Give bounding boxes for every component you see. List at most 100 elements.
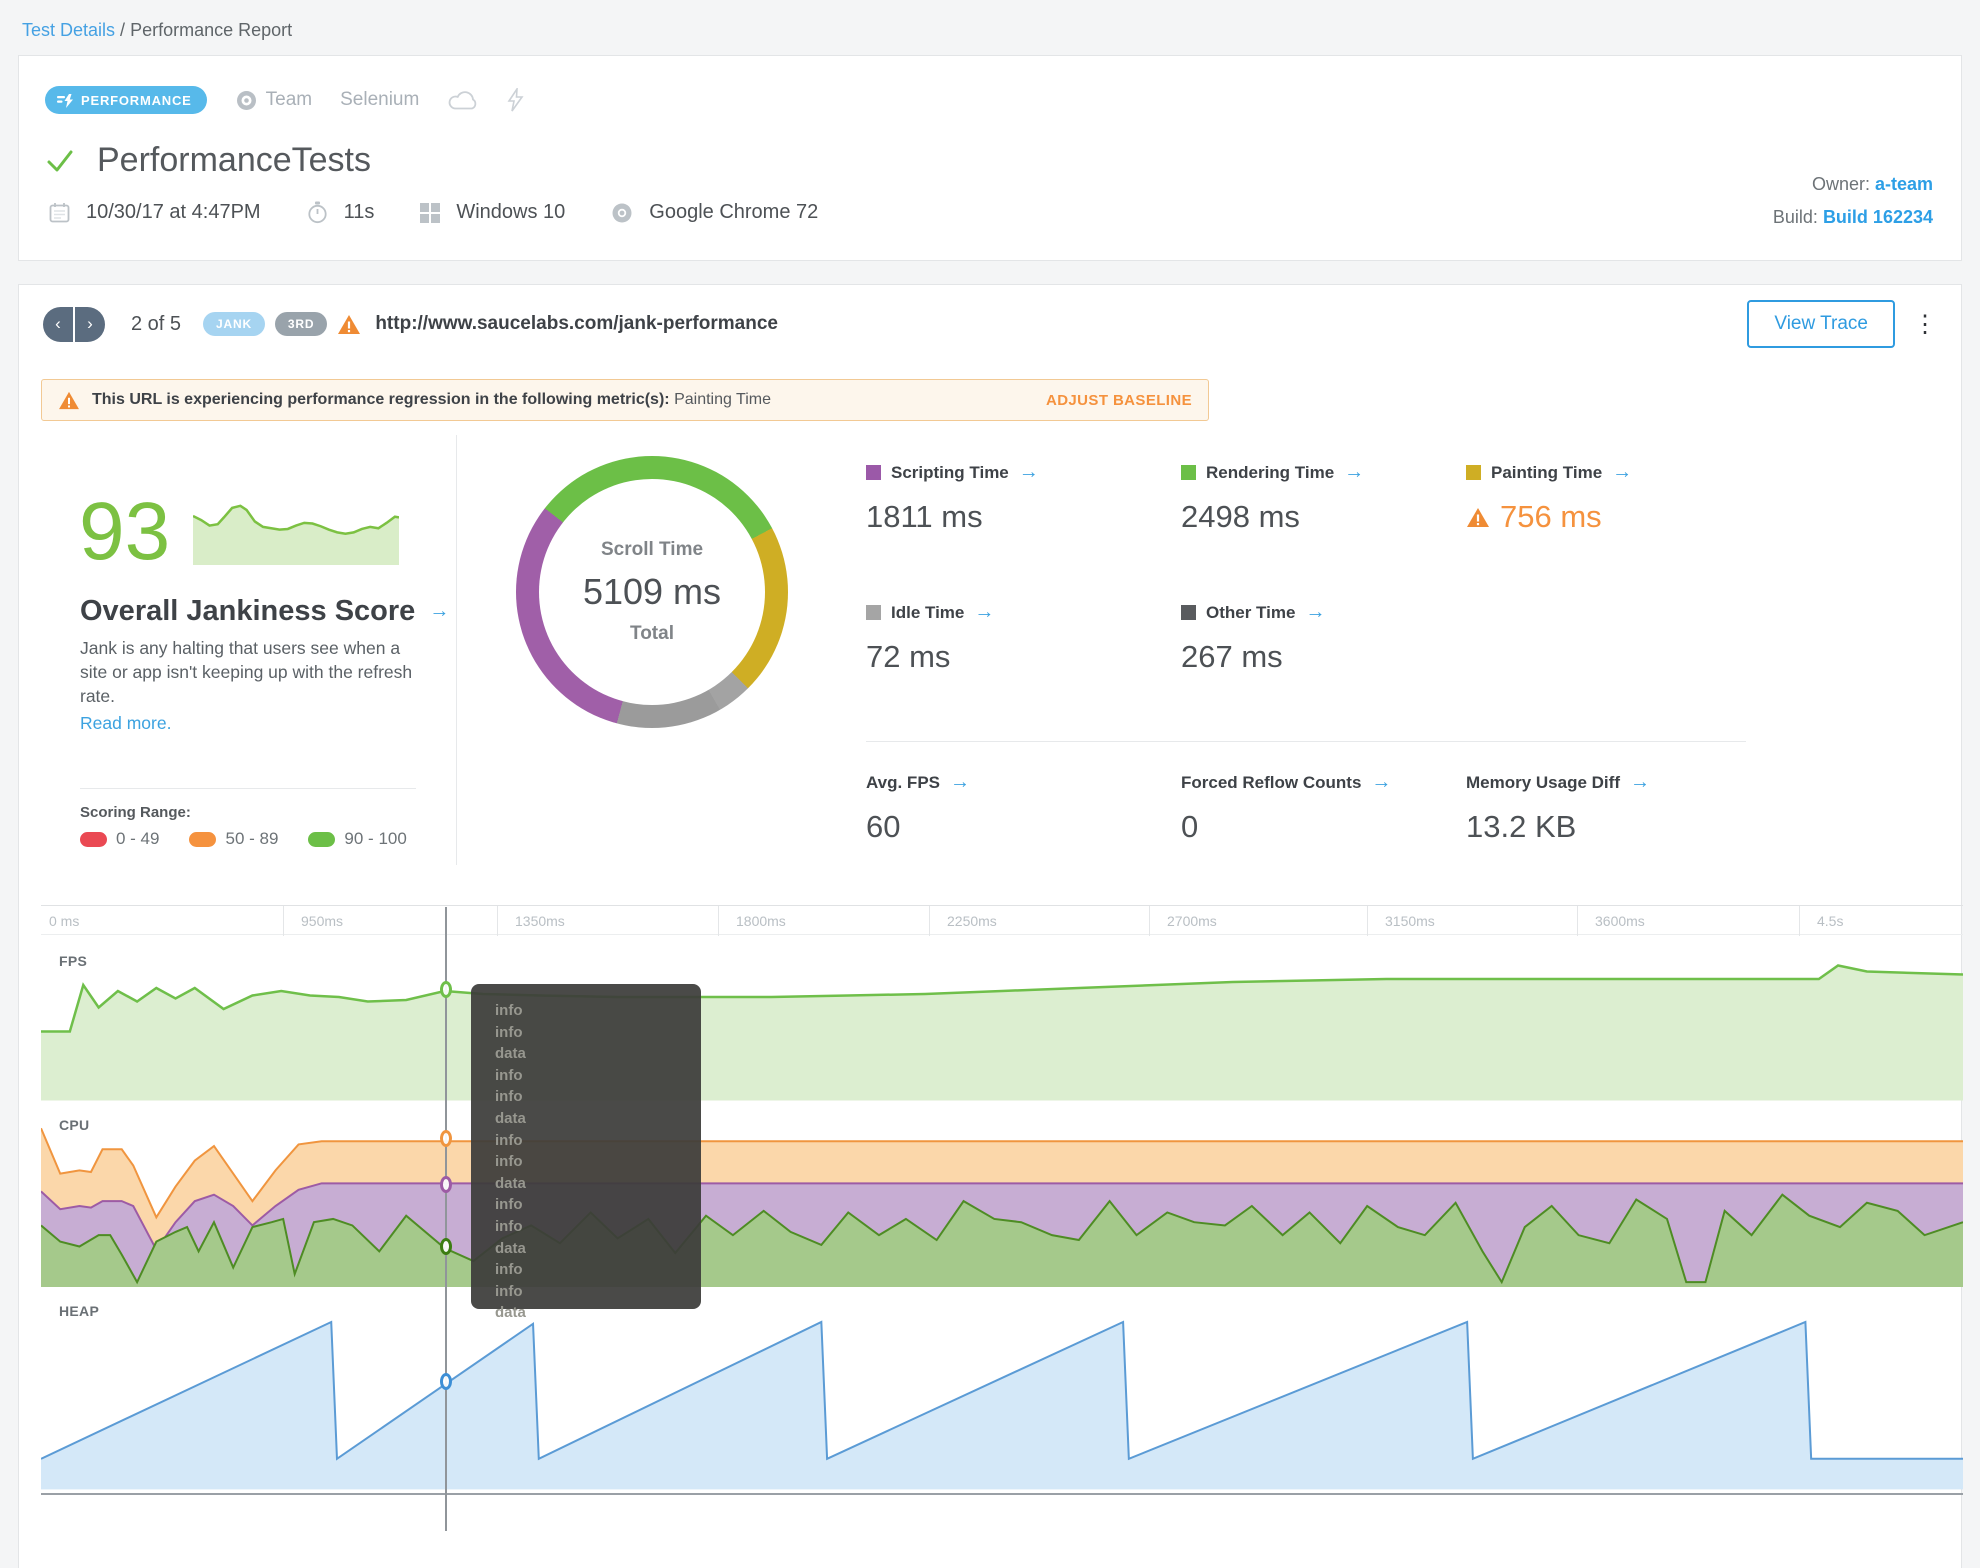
test-date: 10/30/17 at 4:47PM (86, 201, 261, 223)
time-tick: 0 ms (49, 913, 80, 929)
jankiness-detail-arrow[interactable]: → (429, 600, 449, 623)
range-low-swatch (80, 831, 107, 847)
bolt-outline-icon (507, 88, 524, 112)
test-duration: 11s (343, 201, 375, 223)
breadcrumb-test-details-link[interactable]: Test Details (22, 20, 115, 40)
badge-row: PERFORMANCE Team Selenium (45, 86, 524, 114)
painting-warning-icon (1467, 507, 1489, 527)
performance-badge: PERFORMANCE (45, 86, 207, 114)
time-tick: 2250ms (947, 913, 997, 929)
adjust-baseline-button[interactable]: ADJUST BASELINE (1046, 392, 1192, 409)
regression-alert-banner: This URL is experiencing performance reg… (41, 379, 1209, 421)
team-tag: Team (235, 89, 312, 112)
time-tick: 1800ms (736, 913, 786, 929)
time-tick: 1350ms (515, 913, 565, 929)
url-position: 2 of 5 (131, 312, 182, 335)
jankiness-description: Jank is any halting that users see when … (80, 638, 413, 706)
read-more-link[interactable]: Read more. (80, 713, 171, 734)
tooltip-line: info (495, 1217, 523, 1235)
scripting-value: 1811 ms (866, 499, 983, 534)
donut-center: Scroll Time 5109 ms Total (539, 479, 765, 705)
range-mid-swatch (189, 831, 217, 847)
more-options-kebab[interactable]: ⋮ (1913, 310, 1937, 339)
owner-label: Owner: (1811, 174, 1875, 194)
playhead-marker-cpu-scripting[interactable] (440, 1176, 452, 1193)
idle-detail-arrow[interactable]: → (974, 601, 994, 624)
cpu-chart[interactable] (41, 1125, 1963, 1287)
metric-memory-usage-diff: Memory Usage Diff → 13.2 KB (1466, 771, 1766, 845)
idle-value: 72 ms (866, 639, 951, 674)
time-tick-separator (718, 906, 719, 936)
range-mid: 50 - 89 (189, 829, 278, 849)
forced-reflow-detail-arrow[interactable]: → (1371, 771, 1391, 794)
score-divider (80, 788, 416, 789)
tooltip-line: data (495, 1174, 526, 1192)
owner-link[interactable]: a-team (1875, 174, 1933, 194)
performance-report-card: ‹ › 2 of 5 JANK 3RD http://www.saucelabs… (18, 284, 1963, 1568)
time-tick-separator (1799, 906, 1800, 936)
playhead-marker-fps[interactable] (440, 981, 452, 998)
metric-other-time: Other Time → 267 ms (1181, 601, 1481, 675)
metric-scripting-time: Scripting Time → 1811 ms (866, 461, 1166, 535)
avg-fps-detail-arrow[interactable]: → (950, 771, 970, 794)
tooltip-line: info (495, 1261, 523, 1279)
test-browser: Google Chrome 72 (649, 201, 819, 223)
prev-url-button[interactable]: ‹ (43, 306, 73, 342)
tooltip-line: info (495, 1196, 523, 1214)
alert-warning-icon (59, 391, 79, 409)
scripting-swatch (866, 465, 881, 480)
visibility-icon (236, 90, 256, 110)
view-trace-button[interactable]: View Trace (1747, 300, 1895, 348)
playhead-marker-cpu-rendering[interactable] (440, 1238, 452, 1255)
idle-swatch (866, 605, 881, 620)
time-tick: 3600ms (1595, 913, 1645, 929)
next-url-button[interactable]: › (75, 306, 105, 342)
cloud-icon (448, 91, 477, 110)
rendering-value: 2498 ms (1181, 499, 1300, 534)
test-os: Windows 10 (456, 201, 566, 223)
range-high-swatch (308, 831, 336, 847)
passed-check-icon (47, 150, 73, 171)
title-row: PerformanceTests (45, 141, 371, 180)
url-nav-row: ‹ › 2 of 5 JANK 3RD http://www.saucelabs… (43, 300, 1937, 348)
test-title: PerformanceTests (97, 141, 371, 179)
tooltip-line: data (495, 1304, 526, 1322)
fps-chart[interactable] (41, 955, 1963, 1105)
avg-fps-value: 60 (866, 809, 901, 844)
tooltip-line: info (495, 1023, 523, 1041)
third-party-tag: 3RD (274, 312, 328, 336)
build-link[interactable]: Build 162234 (1823, 207, 1933, 227)
time-tick-separator (1149, 906, 1150, 936)
memory-diff-detail-arrow[interactable]: → (1630, 771, 1650, 794)
jank-tag: JANK (203, 312, 265, 336)
other-detail-arrow[interactable]: → (1305, 601, 1325, 624)
jankiness-trend-sparkline (193, 497, 399, 565)
chrome-icon (612, 203, 632, 222)
scripting-detail-arrow[interactable]: → (1019, 461, 1039, 484)
column-divider (456, 435, 457, 865)
time-tick: 4.5s (1817, 913, 1844, 929)
scroll-time-donut-chart: Scroll Time 5109 ms Total (516, 456, 788, 728)
heap-chart[interactable] (41, 1313, 1963, 1495)
stopwatch-icon (307, 201, 327, 224)
metrics-divider (866, 741, 1746, 742)
scoring-ranges: 0 - 49 50 - 89 90 - 100 (80, 829, 407, 849)
forced-reflow-value: 0 (1181, 809, 1199, 844)
time-tick-separator (1367, 906, 1368, 936)
jankiness-score-title: Overall Jankiness Score → (80, 595, 450, 627)
playhead-marker-cpu-total[interactable] (440, 1130, 452, 1147)
timeline-tooltip: info info data info info data info info data info… (471, 984, 701, 1321)
donut-subtitle: Total (630, 623, 674, 644)
metric-rendering-time: Rendering Time → 2498 ms (1181, 461, 1481, 535)
build-label: Build: (1772, 207, 1823, 227)
playhead-marker-heap[interactable] (440, 1373, 452, 1390)
time-tick: 2700ms (1167, 913, 1217, 929)
range-low: 0 - 49 (80, 829, 159, 849)
painting-detail-arrow[interactable]: → (1612, 461, 1632, 484)
windows-icon (420, 202, 441, 223)
rendering-detail-arrow[interactable]: → (1344, 461, 1364, 484)
tooltip-line: info (495, 1066, 523, 1084)
timeline-playhead[interactable] (445, 907, 447, 1531)
jankiness-score-value: 93 (79, 486, 171, 577)
tooltip-line: data (495, 1239, 526, 1257)
